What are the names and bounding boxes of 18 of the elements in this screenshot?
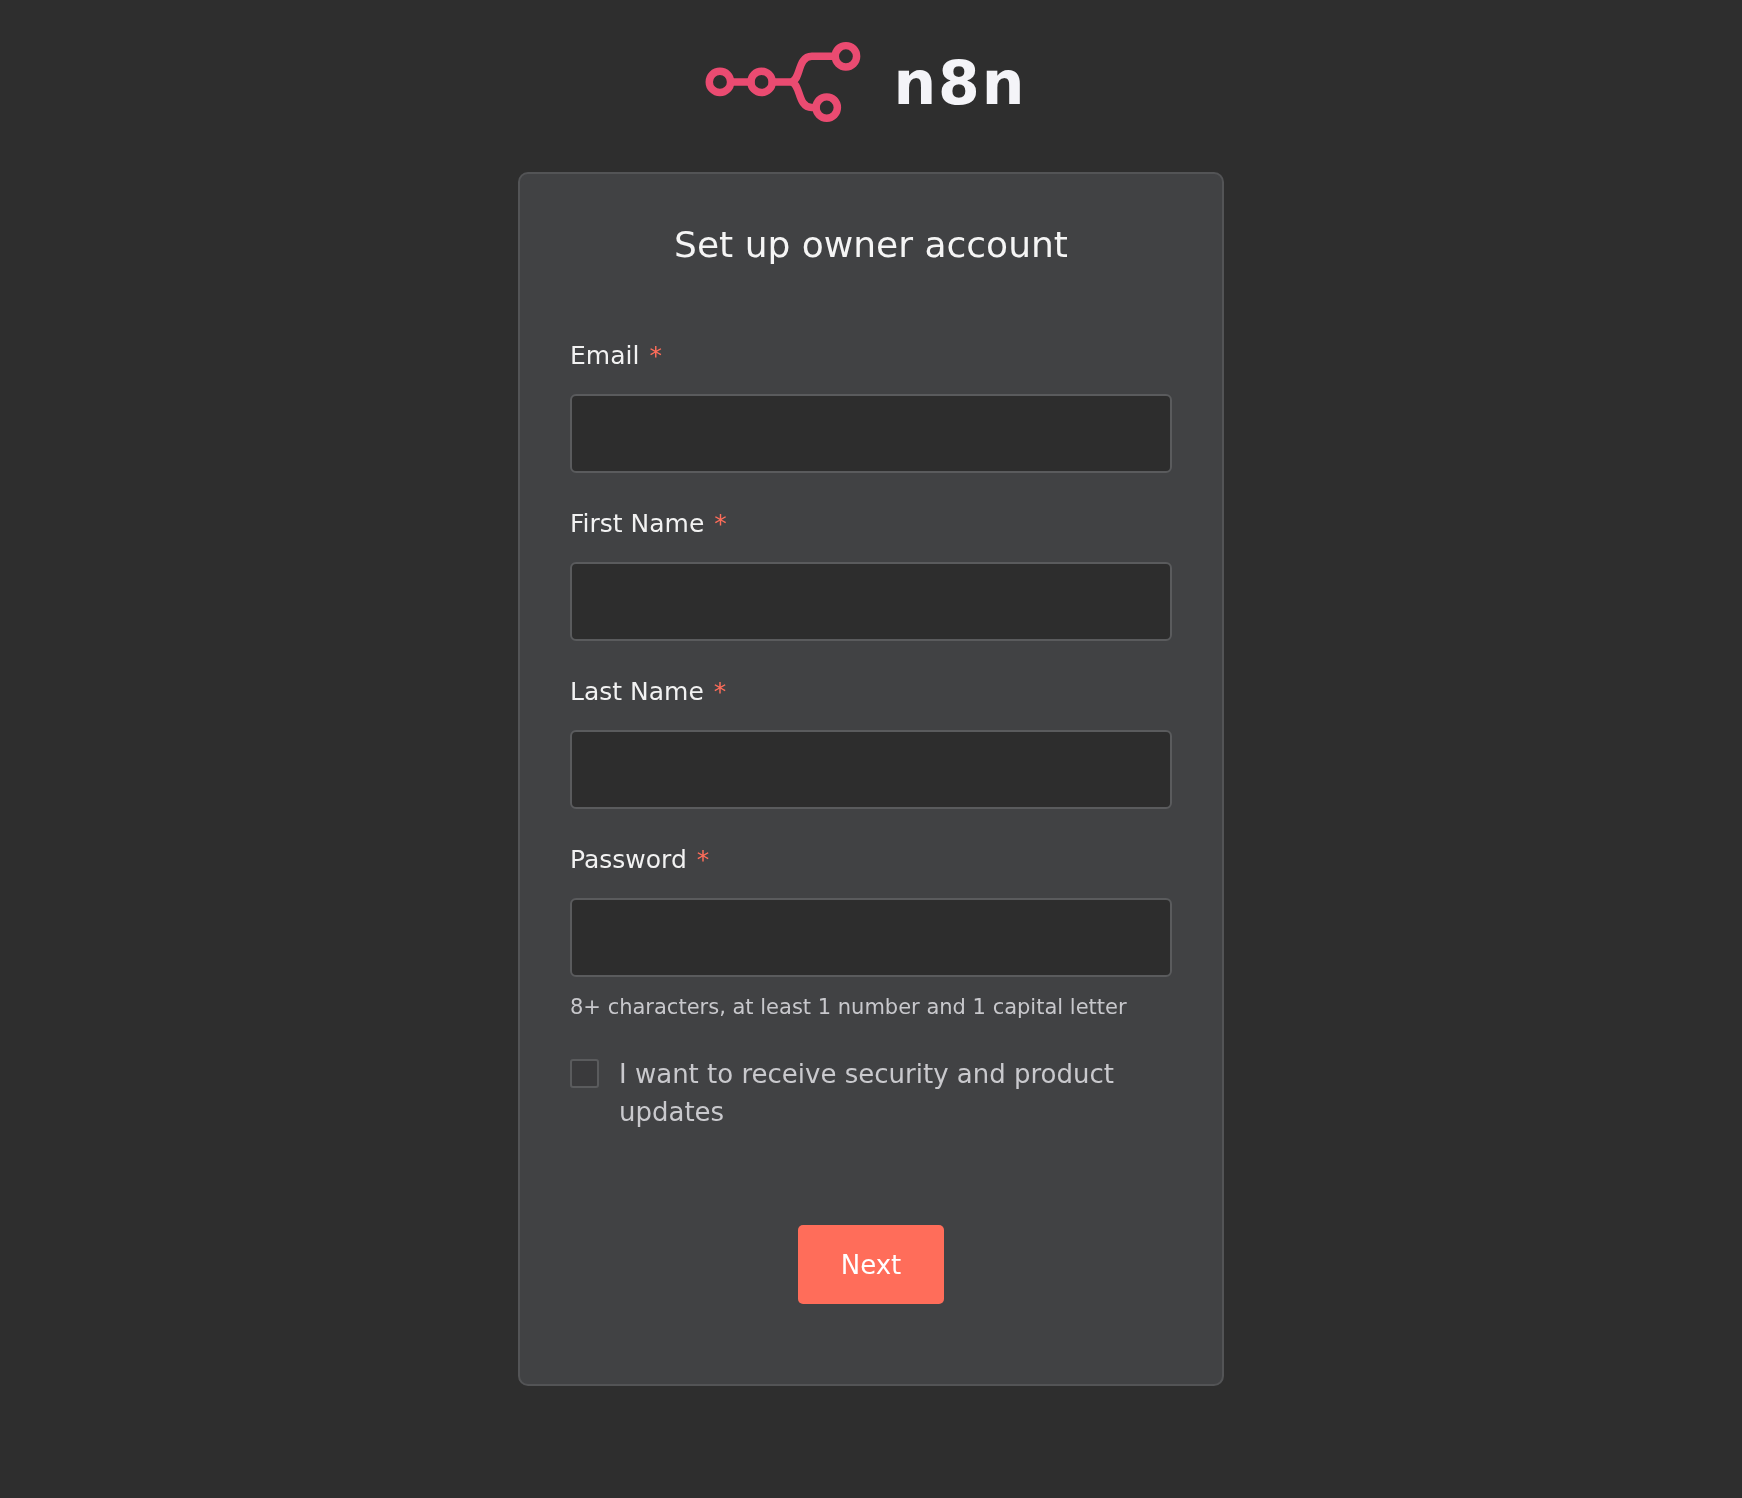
form-title: Set up owner account xyxy=(673,224,1069,265)
required-mark: * xyxy=(714,509,727,538)
required-mark: * xyxy=(696,845,710,874)
checkbox[interactable] xyxy=(570,1059,599,1088)
required-mark: * xyxy=(649,341,662,370)
required-mark: * xyxy=(713,677,727,706)
next-button[interactable]: Next xyxy=(798,1225,944,1304)
input-field[interactable] xyxy=(570,898,1172,977)
field-label: First Name xyxy=(570,509,705,538)
hint-text: 8+ characters, at least 1 number and 1 capital letter xyxy=(570,995,1128,1019)
field-label: Last Name xyxy=(570,677,704,706)
input-field[interactable] xyxy=(570,394,1172,473)
field-label: Password xyxy=(570,845,687,874)
input-field[interactable] xyxy=(570,562,1172,641)
field-label: Email xyxy=(570,341,640,370)
logo-text: n8n xyxy=(893,48,1027,118)
checkbox-label: I want to receive security and product updates xyxy=(619,1058,1115,1129)
input-field[interactable] xyxy=(570,730,1172,809)
